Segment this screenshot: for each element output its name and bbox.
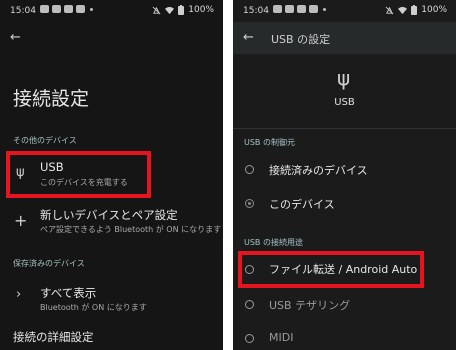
wifi-icon bbox=[398, 6, 408, 14]
usb-icon: ψ bbox=[337, 66, 351, 90]
status-time: 15:04 bbox=[10, 6, 36, 16]
radio-button-selected[interactable] bbox=[245, 199, 254, 208]
file-transfer-highlight bbox=[238, 251, 424, 288]
status-time: 15:04 bbox=[243, 6, 269, 16]
radio-label: このデバイス bbox=[269, 198, 335, 211]
plus-icon: + bbox=[14, 211, 28, 230]
notification-icon bbox=[297, 5, 306, 13]
status-bar: 15:04 100% bbox=[233, 0, 456, 22]
divider bbox=[233, 128, 456, 129]
radio-label: USB テザリング bbox=[269, 299, 351, 312]
toolbar-title: USB の設定 bbox=[271, 33, 331, 46]
mute-icon bbox=[385, 6, 394, 14]
status-right: 100% bbox=[385, 5, 447, 15]
notification-icon bbox=[309, 5, 318, 13]
section-header-other-devices: その他のデバイス bbox=[13, 136, 77, 145]
pair-item-title: 新しいデバイスとペア設定 bbox=[40, 208, 178, 222]
wifi-icon bbox=[165, 6, 175, 14]
notification-icon bbox=[76, 5, 85, 13]
section-header-use-for: USB の接続用途 bbox=[244, 238, 303, 247]
radio-label: MIDI bbox=[269, 331, 294, 344]
section-header-controlled-by: USB の制御元 bbox=[244, 138, 295, 147]
battery-level: 100% bbox=[188, 5, 214, 15]
toolbar: ← bbox=[0, 22, 223, 54]
advanced-connection-settings[interactable]: 接続の詳細設定 bbox=[13, 329, 94, 345]
radio-label: 接続済みのデバイス bbox=[269, 164, 368, 177]
notification-icon bbox=[64, 5, 73, 13]
notification-icons bbox=[273, 5, 326, 13]
usb-label: USB bbox=[334, 97, 355, 108]
show-all-title: すべて表示 bbox=[40, 286, 97, 300]
usb-settings-screen: 15:04 100% ← USB の設定 ψ USB USB の制御元 接続済み… bbox=[233, 0, 456, 350]
notification-icons bbox=[40, 5, 93, 13]
back-arrow-icon[interactable]: ← bbox=[10, 31, 21, 44]
more-notifications-icon bbox=[323, 8, 326, 11]
more-notifications-icon bbox=[90, 8, 93, 11]
battery-level: 100% bbox=[421, 5, 447, 15]
status-right: 100% bbox=[152, 5, 214, 15]
section-header-saved-devices: 保存済みのデバイス bbox=[13, 259, 85, 268]
pair-item-subtitle: ペア設定できるよう Bluetooth が ON になります bbox=[40, 225, 222, 234]
status-bar: 15:04 100% bbox=[0, 0, 223, 22]
page-title: 接続設定 bbox=[13, 88, 90, 110]
radio-button[interactable] bbox=[245, 165, 254, 174]
show-all-subtitle: Bluetooth が ON になります bbox=[40, 303, 147, 312]
radio-button[interactable] bbox=[245, 334, 254, 343]
notification-icon bbox=[285, 5, 294, 13]
mute-icon bbox=[152, 6, 161, 14]
connected-devices-screen: 15:04 100% ← 接続設定 その他のデバイス ψ USB このデバイスを… bbox=[0, 0, 223, 350]
radio-button[interactable] bbox=[245, 300, 254, 309]
battery-icon bbox=[178, 5, 185, 15]
notification-icon bbox=[40, 5, 49, 13]
chevron-right-icon: › bbox=[16, 287, 22, 302]
notification-icon bbox=[273, 5, 282, 13]
back-arrow-icon[interactable]: ← bbox=[243, 31, 254, 44]
battery-icon bbox=[411, 5, 418, 15]
usb-item-highlight bbox=[6, 151, 151, 198]
toolbar: ← USB の設定 bbox=[233, 22, 456, 54]
notification-icon bbox=[52, 5, 61, 13]
